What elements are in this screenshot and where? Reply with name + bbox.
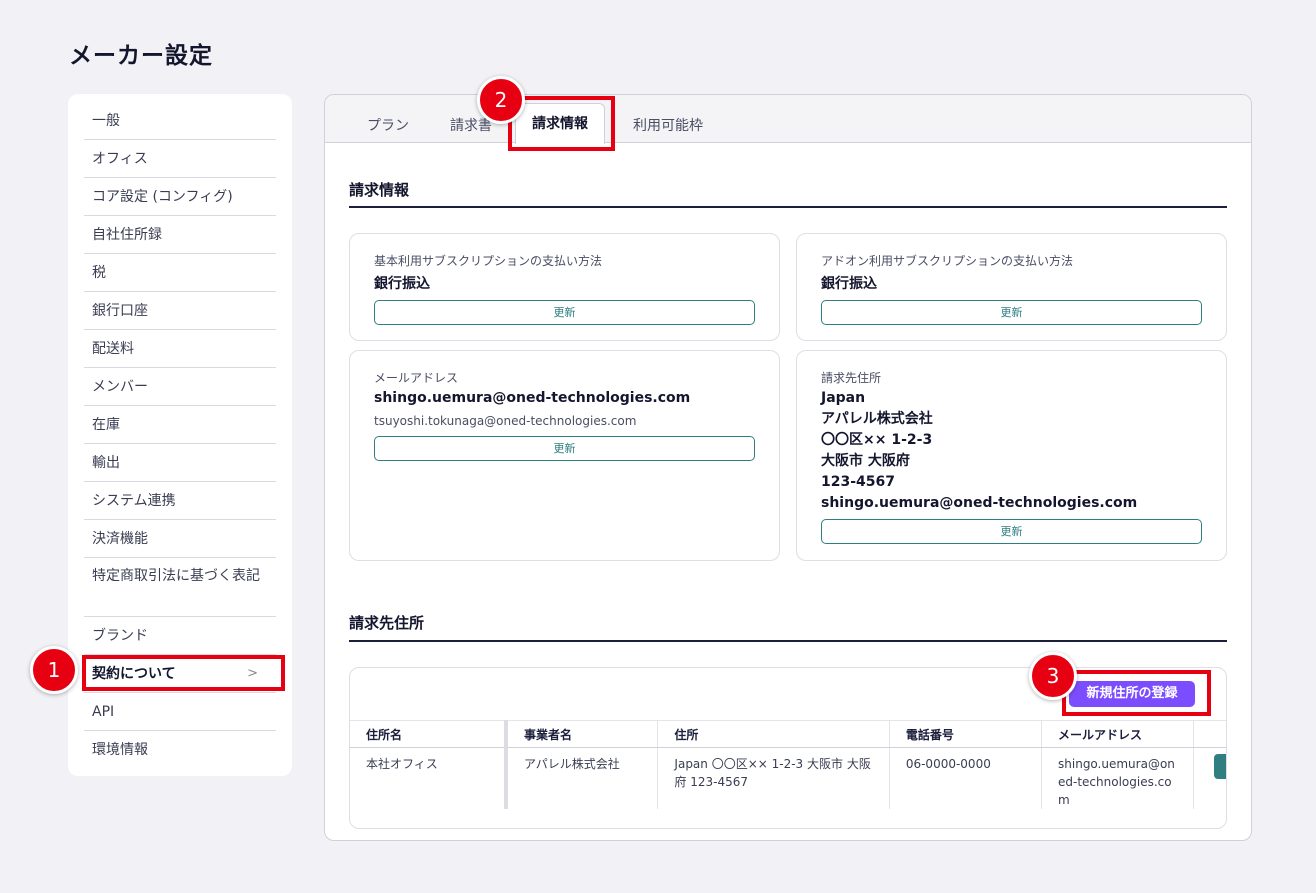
address-postal-code: 123-4567 bbox=[821, 474, 895, 490]
column-header-phone[interactable]: 電話番号 bbox=[889, 720, 1043, 748]
billing-address-update-button[interactable]: 更新 bbox=[821, 519, 1202, 544]
sidebar-item-tax[interactable]: 税 bbox=[84, 254, 276, 292]
sidebar-item-commerce-law[interactable]: 特定商取引法に基づく表記 bbox=[84, 558, 276, 617]
billing-address-label: 請求先住所 bbox=[821, 371, 882, 385]
step-badge-1: 1 bbox=[30, 646, 78, 694]
table-header-row: 住所名 事業者名 住所 電話番号 メールアドレス bbox=[350, 720, 1226, 748]
addon-payment-update-button[interactable]: 更新 bbox=[821, 300, 1202, 325]
addon-payment-card: アドオン利用サブスクリプションの支払い方法 銀行振込 更新 bbox=[796, 233, 1227, 341]
sidebar-item-environment[interactable]: 環境情報 bbox=[84, 731, 276, 769]
address-email: shingo.uemura@oned-technologies.com bbox=[821, 495, 1138, 511]
addon-payment-label: アドオン利用サブスクリプションの支払い方法 bbox=[821, 254, 1074, 268]
addon-payment-value: 銀行振込 bbox=[821, 276, 877, 292]
cell-phone: 06-0000-0000 bbox=[889, 747, 1043, 809]
table-row[interactable]: 本社オフィス アパレル株式会社 Japan 〇〇区×× 1-2-3 大阪市 大阪… bbox=[350, 747, 1226, 809]
billing-email-update-button[interactable]: 更新 bbox=[374, 436, 755, 461]
billing-email-value: shingo.uemura@oned-technologies.com bbox=[374, 390, 691, 406]
sidebar-item-integrations[interactable]: システム連携 bbox=[84, 482, 276, 520]
sidebar-item-shipping[interactable]: 配送料 bbox=[84, 330, 276, 368]
cell-address-name: 本社オフィス bbox=[350, 747, 508, 809]
column-header-email[interactable]: メールアドレス bbox=[1041, 720, 1194, 748]
address-city: 大阪市 大阪府 bbox=[821, 453, 910, 469]
address-country: Japan bbox=[821, 390, 866, 406]
basic-payment-update-button[interactable]: 更新 bbox=[374, 300, 755, 325]
row-action-button[interactable] bbox=[1214, 754, 1226, 779]
step-badge-2: 2 bbox=[477, 76, 525, 124]
billing-address-card: 請求先住所 Japan アパレル株式会社 〇〇区×× 1-2-3 大阪市 大阪府… bbox=[796, 350, 1227, 561]
basic-payment-value: 銀行振込 bbox=[374, 276, 430, 292]
address-table: 住所名 事業者名 住所 電話番号 メールアドレス 本社オフィス アパレル株式会社… bbox=[350, 720, 1226, 809]
sidebar-item-core-config[interactable]: コア設定 (コンフィグ) bbox=[84, 178, 276, 216]
sidebar-item-office[interactable]: オフィス bbox=[84, 140, 276, 178]
contract-panel: プラン 請求書 請求情報 利用可能枠 請求情報 基本利用サブスクリプションの支払… bbox=[324, 94, 1252, 841]
section-divider bbox=[349, 640, 1227, 642]
sidebar-item-export[interactable]: 輸出 bbox=[84, 444, 276, 482]
tab-plan[interactable]: プラン bbox=[367, 115, 409, 135]
cell-company: アパレル株式会社 bbox=[505, 747, 659, 809]
column-header-company[interactable]: 事業者名 bbox=[505, 720, 659, 748]
address-section-title: 請求先住所 bbox=[349, 614, 425, 632]
address-street: 〇〇区×× 1-2-3 bbox=[821, 432, 933, 448]
cell-email: shingo.uemura@oned-technologies.com bbox=[1041, 747, 1194, 809]
highlight-box-contract bbox=[82, 655, 285, 691]
tab-available-quota[interactable]: 利用可能枠 bbox=[633, 115, 703, 135]
cell-address: Japan 〇〇区×× 1-2-3 大阪市 大阪府 123-4567 bbox=[657, 747, 890, 809]
sidebar-item-api[interactable]: API bbox=[84, 693, 276, 731]
column-header-actions bbox=[1193, 720, 1226, 748]
sidebar-item-inventory[interactable]: 在庫 bbox=[84, 406, 276, 444]
step-badge-3: 3 bbox=[1029, 652, 1077, 700]
sidebar-item-members[interactable]: メンバー bbox=[84, 368, 276, 406]
billing-email-label: メールアドレス bbox=[374, 371, 459, 385]
column-header-address[interactable]: 住所 bbox=[657, 720, 890, 748]
billing-email-card: メールアドレス shingo.uemura@oned-technologies.… bbox=[349, 350, 780, 561]
billing-section-title: 請求情報 bbox=[349, 181, 410, 199]
sidebar-item-general[interactable]: 一般 bbox=[84, 102, 276, 140]
address-company: アパレル株式会社 bbox=[821, 411, 933, 427]
billing-email-cc: tsuyoshi.tokunaga@oned-technologies.com bbox=[374, 414, 637, 428]
section-divider bbox=[349, 206, 1227, 208]
billing-address-block: Japan アパレル株式会社 〇〇区×× 1-2-3 大阪市 大阪府 123-4… bbox=[821, 388, 1202, 514]
sidebar-item-bank-account[interactable]: 銀行口座 bbox=[84, 292, 276, 330]
page-title: メーカー設定 bbox=[69, 43, 213, 69]
highlight-box-register bbox=[1062, 670, 1211, 716]
sidebar-item-payments[interactable]: 決済機能 bbox=[84, 520, 276, 558]
tab-bar: プラン 請求書 請求情報 利用可能枠 bbox=[325, 95, 1251, 144]
sidebar-item-brand[interactable]: ブランド bbox=[84, 617, 276, 655]
basic-payment-label: 基本利用サブスクリプションの支払い方法 bbox=[374, 254, 603, 268]
column-header-address-name[interactable]: 住所名 bbox=[350, 720, 508, 748]
basic-payment-card: 基本利用サブスクリプションの支払い方法 銀行振込 更新 bbox=[349, 233, 780, 341]
sidebar-item-address-book[interactable]: 自社住所録 bbox=[84, 216, 276, 254]
